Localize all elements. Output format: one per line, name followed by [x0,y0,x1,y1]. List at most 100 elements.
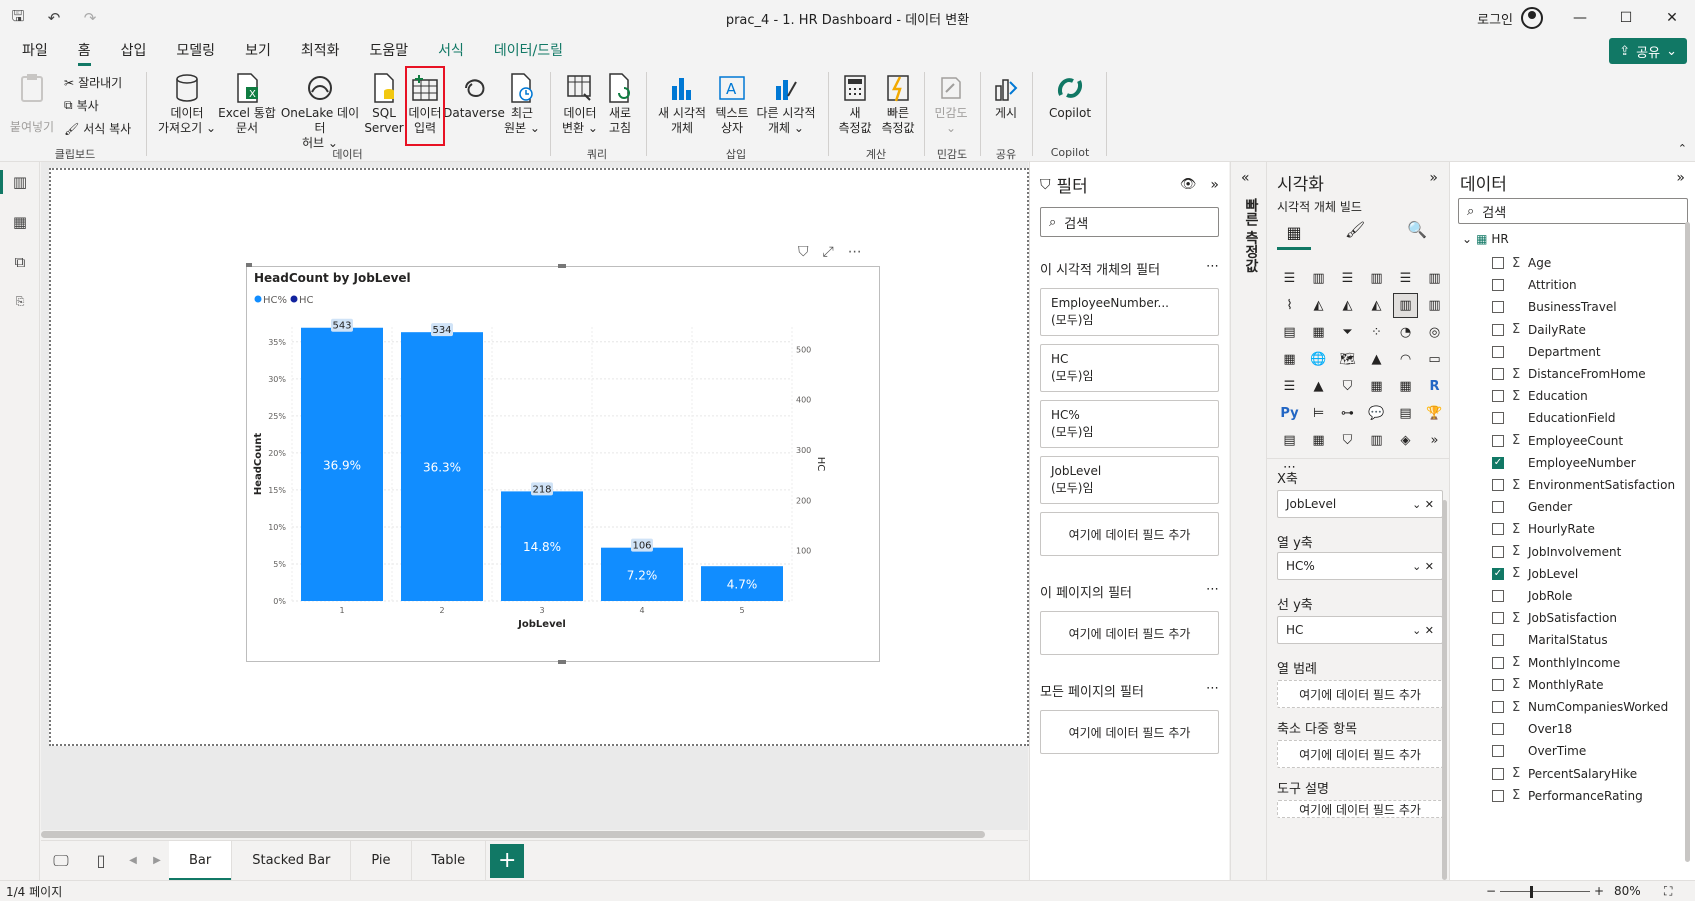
horizontal-scrollbar[interactable] [41,831,985,838]
table-hr[interactable]: ⌄ ▦ HR [1462,232,1509,246]
field-checkbox[interactable] [1492,368,1504,380]
field-checkbox[interactable] [1492,767,1504,780]
donut-icon[interactable]: ◎ [1422,320,1447,345]
page-tab-stacked-bar[interactable]: Stacked Bar [232,840,352,881]
clustered-bar-icon[interactable]: ☰ [1335,266,1360,291]
field-checkbox[interactable] [1492,390,1504,403]
azure-map-icon[interactable]: ▲ [1364,347,1389,372]
menu-help[interactable]: 도움말 [354,36,423,66]
more-options-icon[interactable]: ⋯ [1206,259,1219,278]
power-apps-icon[interactable]: ▦ [1306,428,1331,453]
x-axis-well[interactable]: JobLevel ⌄ ✕ [1277,490,1443,518]
new-visual-button[interactable]: 새 시각적 개체 [654,72,710,136]
menu-view[interactable]: 보기 [230,36,286,66]
page-tab-pie[interactable]: Pie [351,840,412,881]
page-tab-bar[interactable]: Bar [169,840,233,881]
field-checkbox[interactable] [1492,412,1504,425]
more-options-icon[interactable]: ⋯ [1206,582,1219,601]
collapse-data-icon[interactable]: » [1676,170,1685,186]
100-bar-icon[interactable]: ☰ [1393,266,1418,291]
small-multiples-well[interactable]: 여기에 데이터 필드 추가 [1277,740,1443,768]
field-checkbox[interactable] [1492,612,1504,625]
add-page-button[interactable]: + [490,843,525,878]
field-education[interactable]: Σ Education [1492,385,1588,407]
publish-button[interactable]: 게시 [986,72,1026,121]
power-automate-icon[interactable]: ⛉ [1335,428,1360,453]
maximize-button[interactable]: ☐ [1603,0,1649,36]
minimize-button[interactable]: — [1557,0,1603,36]
more-options-icon[interactable]: ⋯ [1206,681,1219,700]
table-icon[interactable]: ▦ [1364,374,1389,399]
copilot-button[interactable]: Copilot [1040,72,1100,121]
quick-measure-pane[interactable]: « 빠른 측정값 [1230,162,1265,880]
field-checkbox[interactable] [1492,323,1504,336]
chevron-down-icon[interactable]: ⌄ ✕ [1412,560,1434,573]
filter-card[interactable]: HC% (모두)임 [1040,400,1219,448]
field-environmentsatisfaction[interactable]: Σ EnvironmentSatisfaction [1492,474,1675,496]
field-performancerating[interactable]: Σ PerformanceRating [1492,785,1643,807]
100-column-icon[interactable]: ▥ [1422,266,1447,291]
line-stacked-column-icon[interactable]: ▥ [1422,293,1447,318]
collapse-ribbon-icon[interactable]: ⌃ [1678,142,1687,155]
100-area-icon[interactable]: ◭ [1364,293,1389,318]
map-icon[interactable]: 🌐 [1306,347,1331,372]
field-age[interactable]: Σ Age [1492,252,1551,274]
quick-measure-button[interactable]: 빠른 측정값 [876,72,920,136]
treemap-icon[interactable]: ▦ [1277,347,1302,372]
stacked-bar-icon[interactable]: ☰ [1277,266,1302,291]
next-page-icon[interactable]: ▶ [145,841,169,881]
menu-home[interactable]: 홈 [63,36,106,66]
field-checkbox[interactable] [1492,345,1504,358]
chevron-down-icon[interactable]: ⌄ ✕ [1412,498,1434,511]
format-painter-button[interactable]: 🖌 서식 복사 [64,120,131,137]
menu-optimize[interactable]: 최적화 [286,36,355,66]
model-view-icon[interactable]: ⧉ [0,242,40,282]
filled-map-icon[interactable]: 🗺 [1335,347,1360,372]
field-checkbox[interactable] [1492,523,1504,536]
field-checkbox[interactable] [1492,257,1504,269]
expand-icon[interactable]: « [1241,170,1250,186]
login-link[interactable]: 로그인 [1477,9,1513,28]
share-button[interactable]: ⇪ 공유 ⌄ [1609,38,1687,64]
data-search-input[interactable]: ⌕ 검색 [1458,198,1688,224]
viz-scrollbar[interactable] [1442,500,1447,880]
field-checkbox[interactable] [1492,501,1504,514]
analytics-tab-icon[interactable]: 🔍 [1407,220,1427,239]
field-checkbox[interactable] [1492,434,1504,447]
ribbon-chart-icon[interactable]: ▤ [1277,320,1302,345]
excel-button[interactable]: X Excel 통합 문서 [218,72,276,136]
copy-button[interactable]: ⧉ 복사 [64,97,99,114]
goals-icon[interactable]: 🏆 [1422,401,1447,426]
field-dailyrate[interactable]: Σ DailyRate [1492,319,1586,341]
field-checkbox[interactable] [1492,723,1504,736]
dax-query-icon[interactable]: ⎘ [0,282,40,322]
sql-server-button[interactable]: SQL Server [364,72,404,136]
filter-search-input[interactable]: ⌕ 검색 [1040,207,1219,237]
cut-button[interactable]: ✂ 잘라내기 [64,74,122,91]
field-overtime[interactable]: OverTime [1492,740,1586,762]
format-tab-icon[interactable]: 🖌 [1345,220,1365,239]
smart-narrative-icon[interactable]: ▤ [1393,401,1418,426]
filter-icon[interactable]: ⛉ [798,244,809,260]
zoom-slider[interactable] [1500,891,1590,892]
dataverse-button[interactable]: Dataverse [443,72,505,121]
field-checkbox[interactable] [1492,590,1504,602]
collapse-filters-icon[interactable]: » [1210,177,1219,193]
resize-handle[interactable] [558,660,566,664]
field-checkbox[interactable]: ✓ [1492,567,1504,580]
field-monthlyincome[interactable]: Σ MonthlyIncome [1492,652,1620,674]
data-scrollbar[interactable] [1685,222,1690,862]
stacked-column-icon[interactable]: ▥ [1306,266,1331,291]
field-checkbox[interactable] [1492,745,1504,758]
report-view-icon[interactable]: ▥ [0,162,40,202]
kpi-icon[interactable]: ▲ [1306,374,1331,399]
line-chart-icon[interactable]: ⌇ [1277,293,1302,318]
menu-file[interactable]: 파일 [7,36,63,66]
desktop-layout-icon[interactable]: 🖵 [41,841,81,881]
table-view-icon[interactable]: ▦ [0,202,40,242]
menu-insert[interactable]: 삽입 [106,36,162,66]
mobile-layout-icon[interactable]: ▯ [81,841,121,881]
field-hourlyrate[interactable]: Σ HourlyRate [1492,518,1595,540]
more-options-icon[interactable]: ⋯ [848,244,862,260]
recent-sources-button[interactable]: 최근 원본 ⌄ [504,72,540,136]
